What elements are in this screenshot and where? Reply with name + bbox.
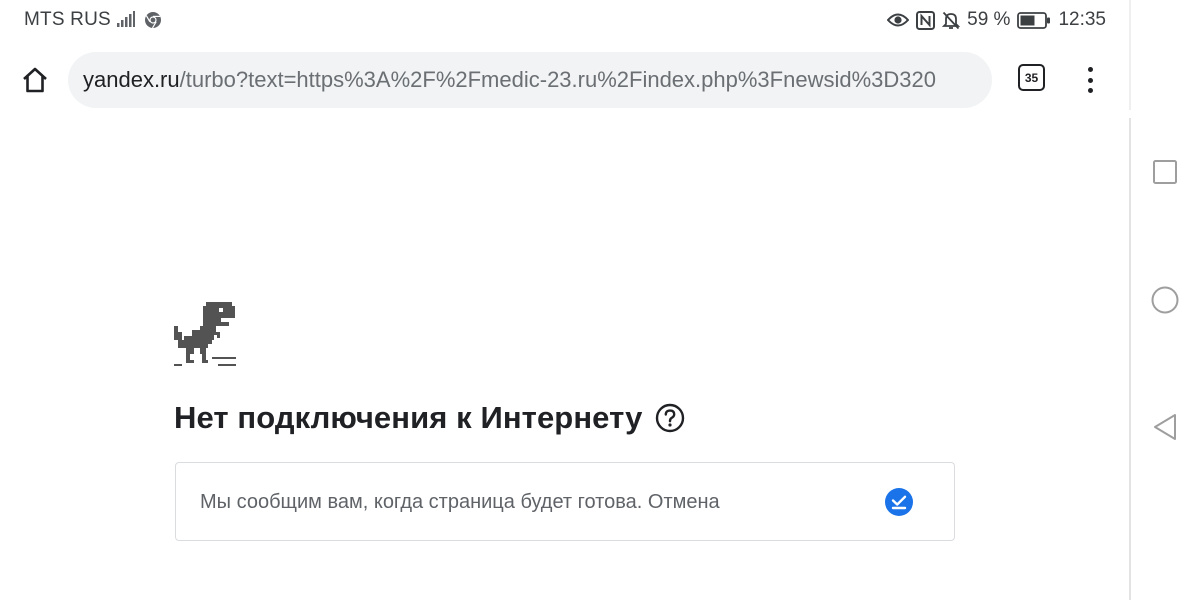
page-heading: Нет подключения к Интернету [174,400,685,436]
url-text: yandex.ru/turbo?text=https%3A%2F%2Fmedic… [83,67,936,93]
nav-divider-top [1129,0,1131,110]
recent-apps-icon [1153,160,1177,184]
tab-switcher-button[interactable]: 35 [1018,64,1048,94]
home-icon [23,67,47,93]
recent-apps-button[interactable] [1148,155,1182,189]
status-icons: 59 % 12:35 [887,9,1106,31]
url-path: /turbo?text=https%3A%2F%2Fmedic-23.ru%2F… [179,67,936,92]
battery-icon [1017,11,1051,29]
clock: 12:35 [1058,9,1106,30]
home-nav-button[interactable] [1148,283,1182,317]
mute-icon [942,11,961,30]
browser-toolbar: yandex.ru/turbo?text=https%3A%2F%2Fmedic… [0,50,1130,110]
menu-dot-icon [1087,88,1093,93]
notice-text: Мы сообщим вам, когда страница будет гот… [200,491,643,513]
error-title: Нет подключения к Интернету [174,400,643,435]
chrome-icon [144,11,162,34]
tab-count: 35 [1018,64,1045,91]
help-icon[interactable] [655,403,685,433]
more-menu-button[interactable] [1078,64,1102,96]
carrier-name: MTS RUS [24,9,111,30]
offline-dino-icon [174,302,238,373]
signal-icon [117,11,135,32]
cancel-link[interactable]: Отмена [648,491,720,513]
back-icon [1154,414,1176,440]
eye-icon [887,12,910,28]
home-button[interactable] [18,63,52,97]
menu-dot-icon [1087,77,1093,83]
nav-divider [1129,118,1131,600]
menu-dot-icon [1087,67,1093,72]
download-later-check-icon [885,488,913,516]
status-bar: MTS RUS 59 % 12:35 [0,0,1130,40]
home-circle-icon [1151,286,1179,314]
nfc-icon [916,10,936,30]
back-nav-button[interactable] [1148,410,1182,444]
notification-card: Мы сообщим вам, когда страница будет гот… [175,462,955,541]
battery-level: 59 % [967,9,1011,30]
url-bar[interactable]: yandex.ru/turbo?text=https%3A%2F%2Fmedic… [68,52,992,108]
notice-message: Мы сообщим вам, когда страница будет гот… [200,491,720,514]
url-host: yandex.ru [83,67,180,92]
